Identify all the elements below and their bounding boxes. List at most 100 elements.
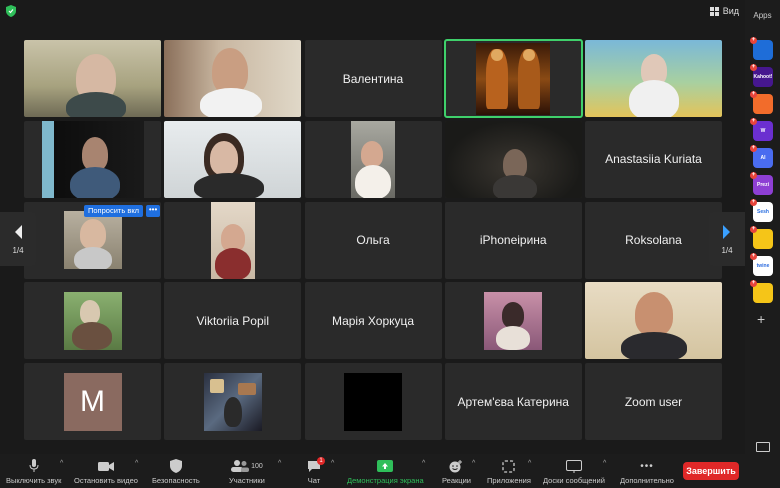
participants-count: 100 (251, 462, 263, 470)
app-notification-dot: + (750, 280, 757, 287)
grid-app-icon[interactable]: + (750, 280, 773, 303)
kahoot-app-icon[interactable]: Kahoot! + (750, 64, 773, 87)
previous-page-button[interactable]: 1/4 (0, 212, 36, 266)
sesh-app-icon[interactable]: Sesh + (750, 199, 773, 222)
apps-options-chevron-icon[interactable]: ^ (528, 460, 531, 467)
app-notification-dot: + (750, 253, 757, 260)
apps-sidebar: Apps + Kahoot! + + W + AI + Prezi + Sesh + + twine + + … (745, 0, 780, 454)
chat-options-chevron-icon[interactable]: ^ (331, 460, 334, 467)
prezi-app-icon[interactable]: Prezi + (750, 172, 773, 195)
participant-tile[interactable] (585, 282, 722, 360)
reactions-button[interactable]: Реакции (442, 458, 471, 485)
participant-tile[interactable] (24, 40, 161, 117)
view-label: Вид (722, 6, 739, 16)
app-notification-dot: + (750, 118, 757, 125)
security-shield-icon[interactable] (6, 5, 16, 17)
participant-tile[interactable]: Roksolana (585, 201, 722, 279)
more-button[interactable]: ••• Дополнительно (620, 458, 674, 486)
app-notification-dot: + (750, 145, 757, 152)
gallery-grid: Валентина Anastasiia Kuriata Попросить в… (24, 39, 722, 440)
participant-tile[interactable]: Валентина (304, 40, 442, 117)
participant-tile[interactable]: Zoom user (585, 363, 722, 440)
app-notification-dot: + (750, 172, 757, 179)
participant-tile[interactable]: Артем'єва Катерина (444, 363, 582, 440)
participant-tile[interactable]: M (24, 363, 161, 440)
ai-app-icon[interactable]: AI + (750, 145, 773, 168)
app-notification-dot: + (750, 226, 757, 233)
app-notification-dot: + (750, 64, 757, 71)
participant-tile[interactable]: Anastasiia Kuriata (585, 120, 722, 198)
stop-video-button[interactable]: Остановить видео (74, 458, 138, 485)
wordwall-app-icon[interactable]: W + (750, 118, 773, 141)
grid-icon (709, 6, 719, 16)
participant-name: Марія Хоркуца (331, 313, 415, 328)
share-options-chevron-icon[interactable]: ^ (422, 460, 425, 467)
app-notification-dot: + (750, 199, 757, 206)
participant-tile[interactable] (444, 282, 582, 360)
end-meeting-button[interactable]: Завершить (683, 462, 739, 480)
play-app-icon[interactable]: + (750, 37, 773, 60)
participant-name: Viktoriia Popil (196, 313, 269, 328)
apps-icon (502, 459, 516, 473)
share-screen-icon (377, 460, 394, 472)
participant-name: Артем'єва Катерина (457, 394, 569, 409)
participant-tile[interactable] (24, 282, 161, 360)
participant-hover-menu: Попросить вкл ••• (84, 204, 161, 217)
participant-name: Валентина (342, 71, 404, 86)
participant-tile[interactable] (164, 40, 302, 117)
smiley-plus-icon (449, 459, 463, 472)
mute-button[interactable]: Выключить звук (6, 458, 61, 485)
more-options-button[interactable]: ••• (146, 204, 161, 217)
participant-tile[interactable] (444, 120, 582, 198)
top-bar: Вид (0, 0, 745, 22)
whiteboards-options-chevron-icon[interactable]: ^ (603, 460, 606, 467)
participant-tile[interactable] (304, 120, 442, 198)
whiteboards-button[interactable]: Доски сообщений (543, 458, 605, 485)
next-page-button[interactable]: 1/4 (709, 212, 745, 266)
participant-tile[interactable] (164, 120, 302, 198)
participant-tile[interactable] (585, 40, 722, 117)
participant-tile[interactable] (24, 120, 161, 198)
page-indicator-right: 1/4 (721, 245, 733, 255)
apps-label: Apps (753, 11, 772, 20)
participant-name: Ольга (356, 233, 390, 247)
chat-unread-badge: 1 (317, 457, 325, 465)
ellipsis-icon: ••• (640, 460, 654, 472)
audio-options-chevron-icon[interactable]: ^ (60, 460, 63, 467)
meeting-toolbar: Выключить звук ^ Остановить видео ^ Безо… (0, 454, 780, 488)
reactions-options-chevron-icon[interactable]: ^ (472, 460, 475, 467)
microphone-icon (29, 459, 39, 472)
video-options-chevron-icon[interactable]: ^ (135, 460, 138, 467)
window-layout-icon[interactable] (756, 442, 770, 452)
orange-app-icon[interactable]: + (750, 91, 773, 114)
participant-tile-active-speaker[interactable] (443, 39, 583, 118)
participant-name: iPhoneірина (479, 233, 547, 247)
participant-tile[interactable]: Ольга (304, 201, 442, 279)
participant-tile[interactable] (164, 363, 302, 440)
camera-icon (97, 461, 114, 471)
apps-button[interactable]: Приложения (487, 458, 531, 485)
app-notification-dot: + (750, 91, 757, 98)
zoom-meeting-window: Вид Валентина Anastasiia Kuriata Попроси… (0, 0, 780, 488)
twine-app-icon[interactable]: twine + (750, 253, 773, 276)
participants-button[interactable]: 100 Участники (229, 458, 265, 485)
view-button[interactable]: Вид (709, 4, 739, 18)
share-screen-button[interactable]: Демонстрация экрана (347, 458, 424, 485)
participant-name: Roksolana (625, 233, 682, 247)
chevron-left-icon (15, 224, 22, 239)
participant-tile[interactable]: Viktoriia Popil (164, 282, 302, 360)
participant-tile[interactable]: Попросить вкл ••• (24, 201, 161, 279)
security-button[interactable]: Безопасность (152, 458, 200, 485)
participants-options-chevron-icon[interactable]: ^ (278, 460, 281, 467)
chevron-right-icon (723, 224, 730, 239)
add-app-icon[interactable]: + (757, 311, 765, 327)
smiley-app-icon[interactable]: + (750, 226, 773, 249)
shield-icon (169, 459, 182, 473)
participant-name: Anastasiia Kuriata (605, 152, 702, 167)
participant-name: Zoom user (624, 394, 683, 409)
participant-tile[interactable] (164, 201, 302, 279)
request-unmute-button[interactable]: Попросить вкл (84, 204, 144, 217)
participant-tile[interactable]: Марія Хоркуца (304, 282, 442, 360)
participant-tile[interactable]: iPhoneірина (444, 201, 582, 279)
participant-tile[interactable] (304, 363, 442, 440)
